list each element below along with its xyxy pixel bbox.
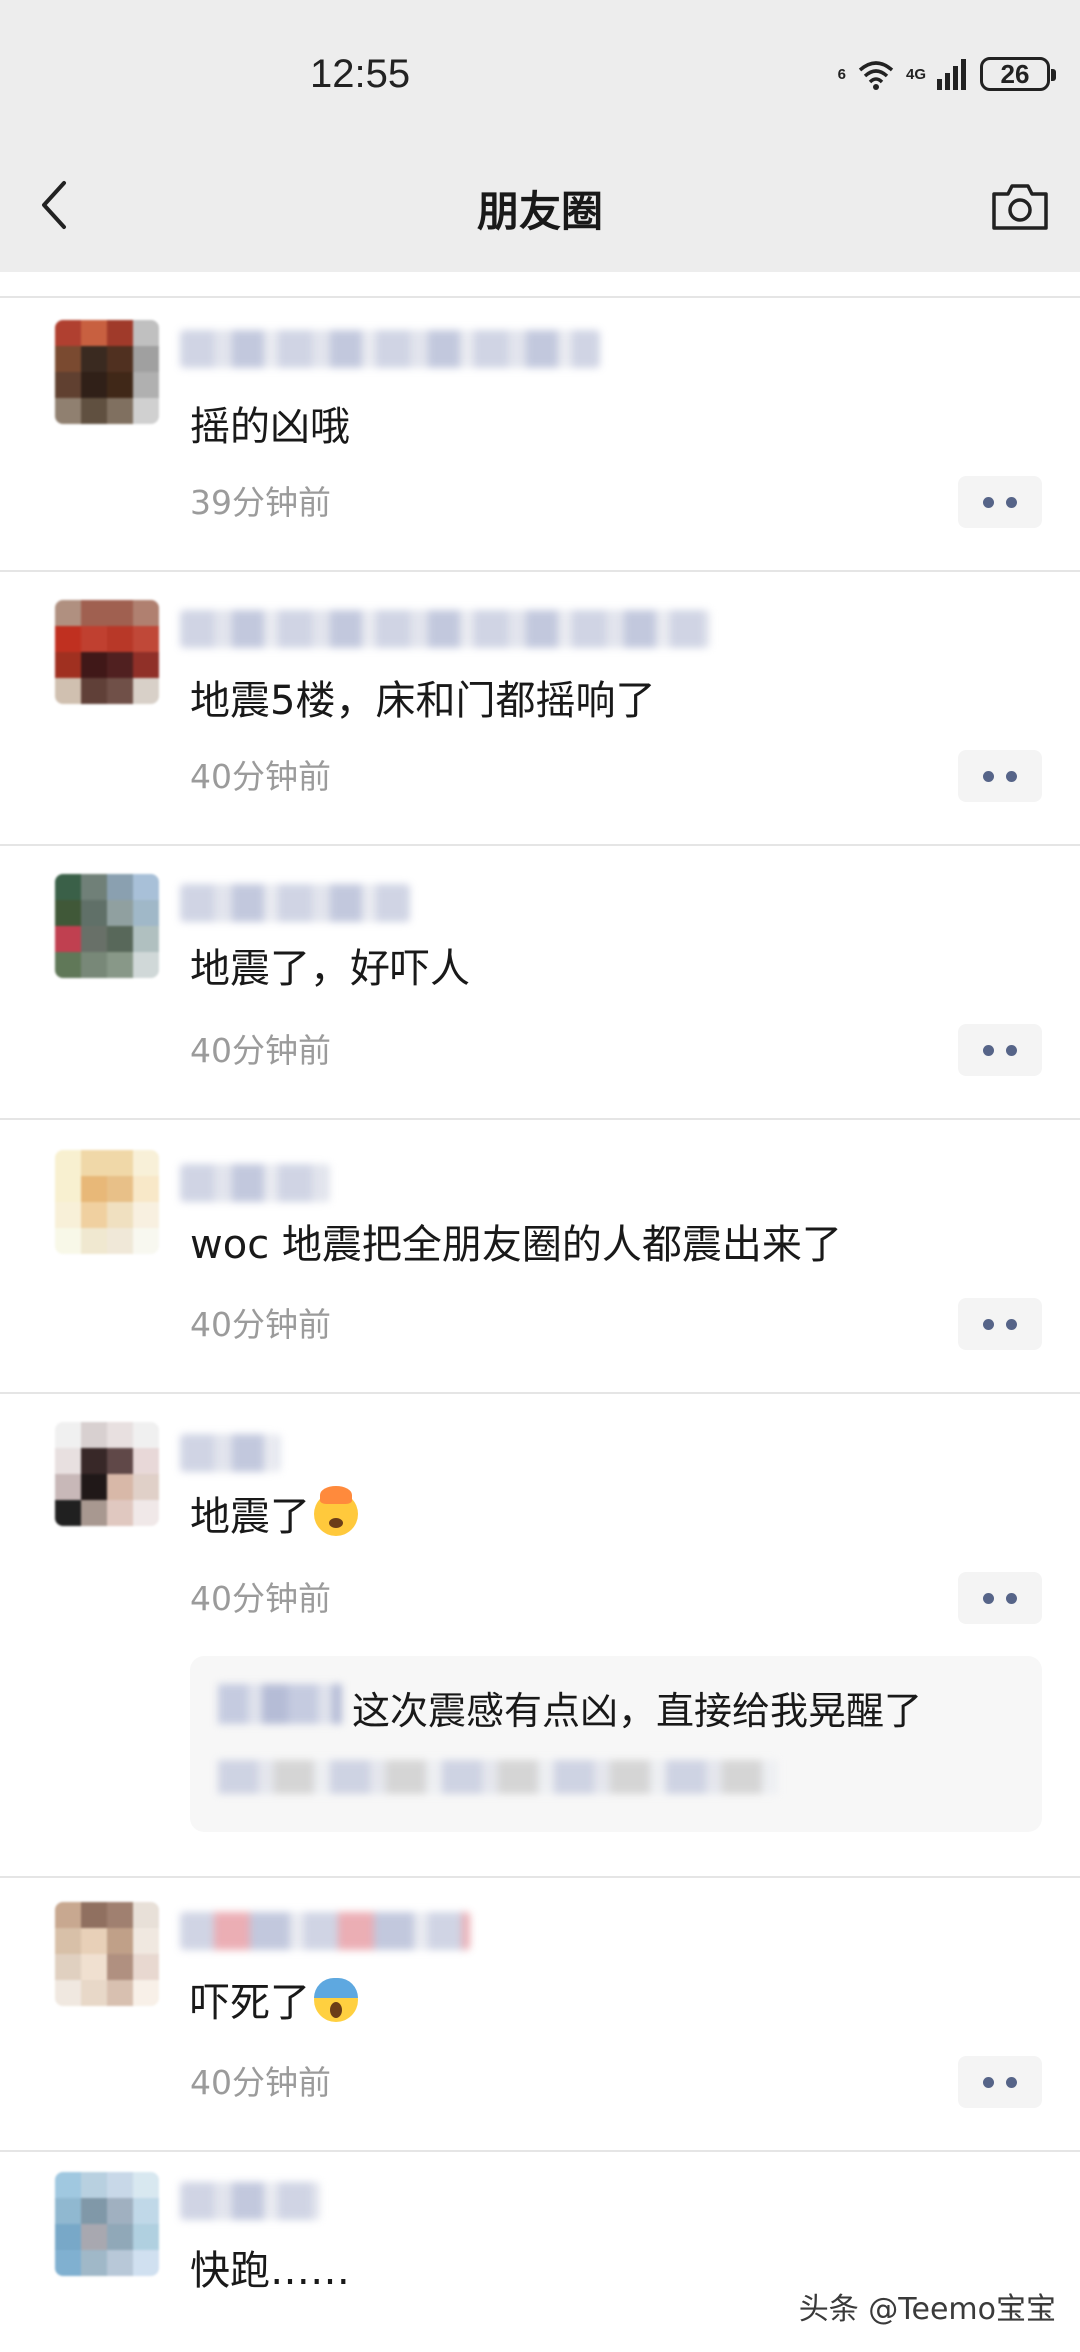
- comment-text-body: 地震了: [190, 1494, 310, 1540]
- battery-indicator: 26: [980, 57, 1056, 91]
- network-type-label: 4G: [905, 65, 926, 83]
- dot-icon: [1006, 1592, 1017, 1604]
- dot-icon: [983, 1044, 994, 1056]
- comment-item: 地震5楼，床和门都摇响了 40分钟前: [0, 572, 1080, 844]
- comment-time: 40分钟前: [190, 2063, 331, 2102]
- avatar[interactable]: [55, 1902, 159, 2006]
- page-title: 朋友圈: [476, 187, 603, 236]
- comment-time: 40分钟前: [190, 1305, 331, 1344]
- comment-item: 地震了，好吓人 40分钟前: [0, 846, 1080, 1118]
- nickname-redacted: [180, 1912, 470, 1950]
- nickname-redacted: [180, 1434, 280, 1472]
- dot-icon: [983, 1318, 994, 1330]
- signal-icon: [937, 59, 966, 90]
- avatar[interactable]: [55, 874, 159, 978]
- comment-text-body: 吓死了: [190, 1980, 310, 2026]
- comment-text: 地震了，好吓人: [190, 946, 470, 992]
- avatar[interactable]: [55, 600, 159, 704]
- wifi-icon: [858, 61, 894, 90]
- reply-box[interactable]: 这次震感有点凶，直接给我晃醒了: [190, 1656, 1042, 1832]
- comment-item: woc 地震把全朋友圈的人都震出来了 40分钟前: [0, 1120, 1080, 1392]
- dot-icon: [983, 1592, 994, 1604]
- comment-feed[interactable]: 摇的凶哦 39分钟前 地震5楼，床和门都摇响了 40分钟前 地震了，好吓人 40…: [0, 272, 1080, 2352]
- mind-blown-emoji-icon: [314, 1486, 358, 1536]
- top-bar: 12:55 6 4G 26 朋友圈: [0, 0, 1080, 272]
- avatar[interactable]: [55, 2172, 159, 2276]
- more-button[interactable]: [958, 750, 1042, 802]
- more-button[interactable]: [958, 2056, 1042, 2108]
- comment-time: 40分钟前: [190, 1031, 331, 1070]
- camera-button[interactable]: [990, 180, 1050, 232]
- camera-icon: [992, 184, 1048, 230]
- nickname-redacted: [180, 1164, 330, 1202]
- dot-icon: [983, 496, 994, 508]
- wifi-6-label: 6: [837, 65, 846, 83]
- comment-item: 地震了 40分钟前 这次震感有点凶，直接给我晃醒了: [0, 1394, 1080, 1876]
- status-icons: 6 4G 26: [837, 54, 1056, 94]
- screaming-face-emoji-icon: [314, 1978, 358, 2022]
- watermark: 头条 @Teemo宝宝: [798, 2292, 1056, 2327]
- more-button[interactable]: [958, 1298, 1042, 1350]
- nickname-redacted: [180, 330, 600, 368]
- comment-text: 地震了: [190, 1484, 358, 1542]
- comment-text: woc 地震把全朋友圈的人都震出来了: [190, 1222, 842, 1268]
- avatar[interactable]: [55, 1150, 159, 1254]
- dot-icon: [1006, 770, 1017, 782]
- dot-icon: [1006, 496, 1017, 508]
- avatar[interactable]: [55, 320, 159, 424]
- dot-icon: [983, 2076, 994, 2088]
- avatar[interactable]: [55, 1422, 159, 1526]
- dot-icon: [1006, 1318, 1017, 1330]
- dot-icon: [1006, 1044, 1017, 1056]
- reply-name-redacted: [218, 1684, 342, 1724]
- comment-text: 吓死了: [190, 1970, 358, 2028]
- nickname-redacted: [180, 2182, 320, 2220]
- nickname-redacted: [180, 610, 710, 648]
- reply-text: 这次震感有点凶，直接给我晃醒了: [352, 1689, 923, 1733]
- dot-icon: [1006, 2076, 1017, 2088]
- comment-text: 快跑……: [190, 2248, 350, 2294]
- reply-line-redacted: [218, 1760, 778, 1794]
- status-time: 12:55: [310, 52, 411, 96]
- dot-icon: [983, 770, 994, 782]
- comment-text: 摇的凶哦: [190, 404, 350, 450]
- comment-item: 摇的凶哦 39分钟前: [0, 298, 1080, 570]
- more-button[interactable]: [958, 1024, 1042, 1076]
- comment-item: 吓死了 40分钟前: [0, 1878, 1080, 2150]
- comment-time: 39分钟前: [190, 483, 331, 522]
- comment-text: 地震5楼，床和门都摇响了: [190, 678, 656, 724]
- more-button[interactable]: [958, 476, 1042, 528]
- comment-time: 40分钟前: [190, 757, 331, 796]
- comment-time: 40分钟前: [190, 1579, 331, 1618]
- more-button[interactable]: [958, 1572, 1042, 1624]
- nickname-redacted: [180, 884, 410, 922]
